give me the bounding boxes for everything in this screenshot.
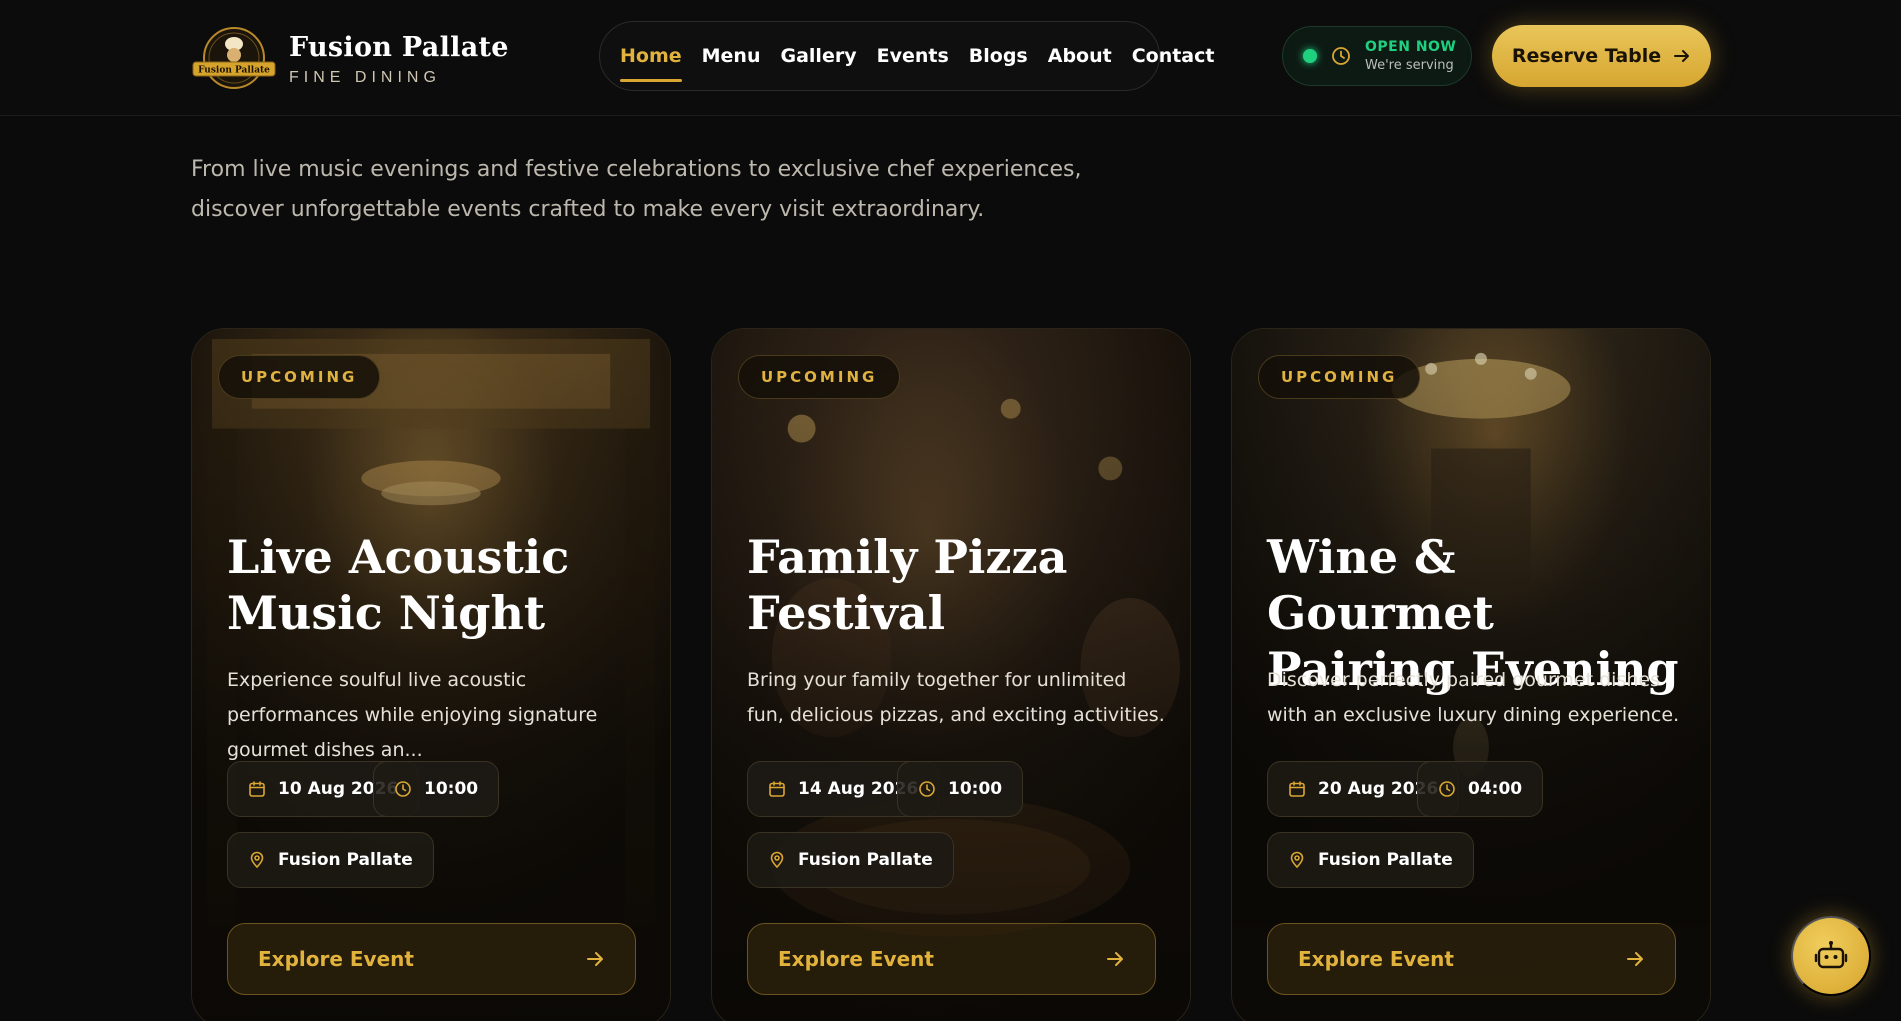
status-dot-icon [1303,49,1317,63]
explore-label: Explore Event [778,947,934,971]
calendar-icon [769,781,785,797]
status-badge: UPCOMING [1258,355,1421,399]
svg-text:Fusion Pallate: Fusion Pallate [198,66,270,76]
event-location-chip: Fusion Pallate [747,832,954,888]
calendar-icon [1289,781,1305,797]
location-pin-icon [250,851,264,869]
clock-icon [1439,781,1455,797]
reserve-label: Reserve Table [1511,45,1662,67]
arrow-right-icon [1627,952,1643,966]
location-pin-icon [770,851,784,869]
event-card[interactable]: UPCOMING Live Acoustic Music Night Exper… [191,328,671,1021]
status-subtitle: We're serving [1365,58,1454,73]
nav-about[interactable]: About [1048,41,1112,71]
clock-icon [919,781,935,797]
clock-icon [395,781,411,797]
event-time: 10:00 [424,779,479,799]
event-location: Fusion Pallate [278,850,413,870]
event-description: Experience soulful live acoustic perform… [227,669,598,761]
main-nav: Home Menu Gallery Events Blogs About Con… [599,21,1214,91]
arrow-right-icon [1107,952,1123,966]
clock-icon [1332,47,1350,65]
event-title: Family Pizza Festival [747,529,1177,641]
arrow-right-icon [1674,50,1690,62]
nav-events[interactable]: Events [877,41,949,71]
events-intro: From live music evenings and festive cel… [191,150,1091,230]
status-badge: UPCOMING [218,355,381,399]
event-location: Fusion Pallate [1318,850,1453,870]
intro-line-2: discover unforgettable events crafted to… [191,197,985,222]
arrow-right-icon [587,952,603,966]
calendar-icon [249,781,265,797]
nav-home[interactable]: Home [620,41,682,82]
chef-emblem-icon: Fusion Pallate [192,27,276,89]
explore-event-button[interactable]: Explore Event [747,923,1156,995]
brand-logo[interactable]: Fusion Pallate Fusion Pallate FINE DININ… [191,24,509,94]
reserve-table-button[interactable]: Reserve Table [1492,25,1711,87]
chat-assistant-button[interactable] [1791,916,1871,996]
nav-blogs[interactable]: Blogs [969,41,1028,71]
event-location-chip: Fusion Pallate [1267,832,1474,888]
event-location: Fusion Pallate [798,850,933,870]
location-pin-icon [1290,851,1304,869]
status-badge: UPCOMING [738,355,901,399]
event-description: Bring your family together for unlimited… [747,669,1165,726]
nav-menu[interactable]: Menu [702,41,761,71]
open-status-pill: OPEN NOW We're serving [1282,26,1472,86]
explore-event-button[interactable]: Explore Event [1267,923,1676,995]
event-time-chip: 04:00 [1417,761,1544,817]
event-title: Live Acoustic Music Night [227,529,657,641]
brand-name: Fusion Pallate [289,31,509,63]
event-time-chip: 10:00 [897,761,1024,817]
event-title-line-1: Live Acoustic [227,530,570,584]
event-location-chip: Fusion Pallate [227,832,434,888]
event-time-chip: 10:00 [373,761,500,817]
nav-gallery[interactable]: Gallery [781,41,857,71]
intro-line-1: From live music evenings and festive cel… [191,157,1082,182]
event-title-line-1: Family Pizza [747,530,1068,584]
event-time: 10:00 [948,779,1003,799]
event-description: Discover perfectly paired gourmet dishes… [1267,669,1680,726]
robot-icon [1814,941,1848,969]
explore-label: Explore Event [1298,947,1454,971]
event-time: 04:00 [1468,779,1523,799]
event-title-line-2: Music Night [227,586,546,640]
explore-label: Explore Event [258,947,414,971]
status-title: OPEN NOW [1365,39,1457,55]
event-card[interactable]: UPCOMING Family Pizza Festival Bring you… [711,328,1191,1021]
explore-event-button[interactable]: Explore Event [227,923,636,995]
event-title-line-2: Festival [747,586,946,640]
event-title-line-1: Wine & Gourmet [1267,530,1494,640]
event-card[interactable]: UPCOMING Wine & Gourmet Pairing Evening … [1231,328,1711,1021]
nav-contact[interactable]: Contact [1132,41,1215,71]
brand-tagline: FINE DINING [289,68,441,86]
site-header: Fusion Pallate Fusion Pallate FINE DININ… [0,0,1901,116]
